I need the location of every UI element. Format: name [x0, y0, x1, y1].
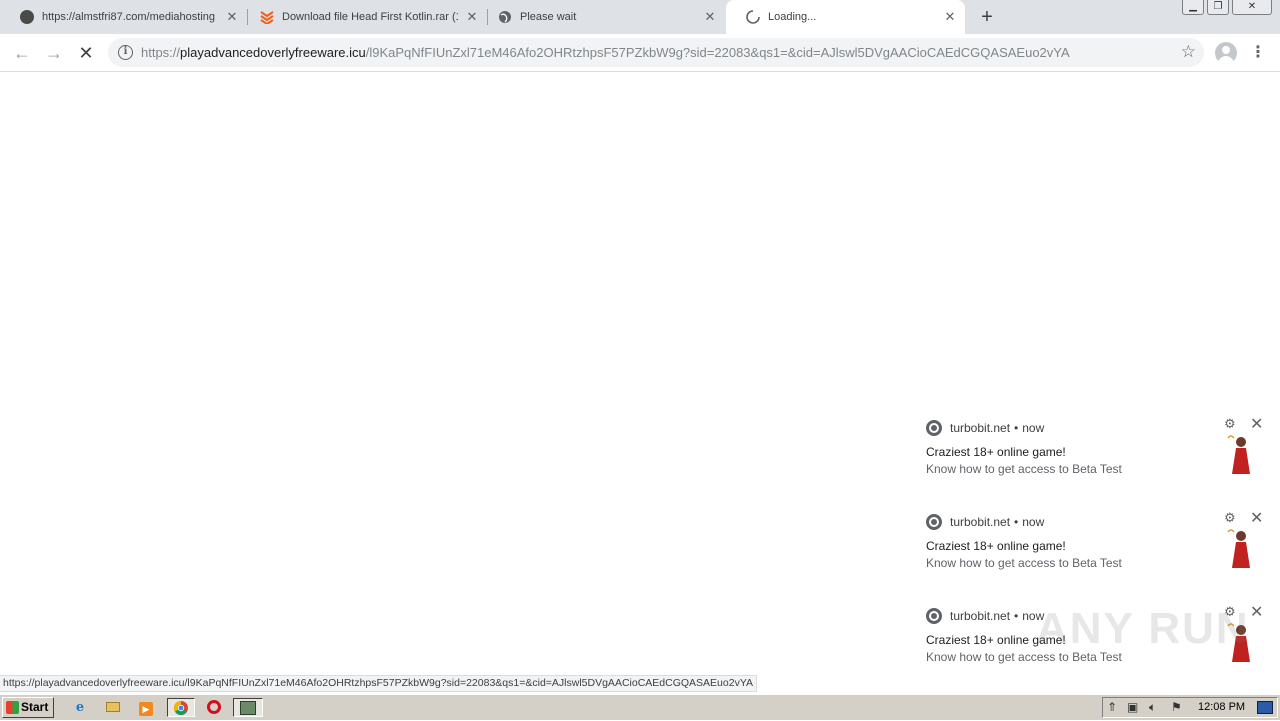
notification-2[interactable]: turbobit.net • now ⚙ ✕ Craziest 18+ onli…	[916, 510, 1272, 602]
network-icon[interactable]: ▣	[1127, 698, 1138, 717]
address-host: playadvancedoverlyfreeware.icu	[180, 45, 366, 60]
chrome-icon	[926, 420, 942, 436]
notification-header: turbobit.net • now	[926, 514, 1044, 530]
spinner-icon	[746, 10, 760, 24]
tab-strip: https://almstfri87.com/mediahosting ✕ Do…	[0, 0, 1280, 34]
start-label: Start	[21, 700, 49, 714]
notification-source: turbobit.net	[950, 609, 1011, 623]
tab-close-icon[interactable]: ✕	[703, 10, 717, 24]
notification-thumbnail	[1227, 529, 1250, 568]
tab-title: https://almstfri87.com/mediahosting	[42, 11, 216, 23]
status-bubble-url: https://playadvancedoverlyfreeware.icu/l…	[0, 675, 758, 692]
tray-arrow-icon[interactable]: ⇑	[1107, 698, 1117, 717]
minimize-button[interactable]: ▁	[1182, 0, 1204, 15]
taskbar-clock[interactable]: 12:08 PM	[1198, 698, 1245, 717]
show-desktop-icon[interactable]	[1257, 701, 1273, 714]
notification-header: turbobit.net • now	[926, 420, 1044, 436]
address-bar[interactable]: i https://playadvancedoverlyfreeware.icu…	[108, 38, 1204, 67]
chrome-logo-icon	[174, 701, 188, 715]
stop-button[interactable]: ✕	[74, 41, 98, 65]
internet-explorer-icon[interactable]: e	[70, 698, 90, 717]
tab-3[interactable]: Please wait ✕	[478, 0, 725, 34]
tab-title: Please wait	[520, 11, 577, 23]
forward-button[interactable]: →	[42, 41, 66, 65]
notification-header: turbobit.net • now	[926, 608, 1044, 624]
tab-title: Download file Head First Kotlin.rar (1	[282, 11, 458, 23]
back-button[interactable]: ←	[10, 41, 34, 65]
bookmark-star-icon[interactable]: ☆	[1181, 42, 1196, 62]
windows-logo-icon	[6, 701, 19, 714]
notification-close-icon[interactable]: ✕	[1250, 508, 1263, 528]
turbobit-icon	[260, 11, 274, 24]
start-button[interactable]: Start	[2, 697, 54, 718]
notification-settings-icon[interactable]: ⚙	[1224, 416, 1236, 432]
notification-body: Know how to get access to Beta Test	[926, 556, 1122, 570]
notification-body: Know how to get access to Beta Test	[926, 462, 1122, 476]
notification-thumbnail	[1227, 435, 1250, 474]
new-tab-button[interactable]: +	[976, 6, 998, 28]
browser-toolbar: ← → ✕ i https://playadvancedoverlyfreewa…	[0, 34, 1280, 72]
notification-source: turbobit.net	[950, 515, 1011, 529]
profile-avatar[interactable]	[1215, 42, 1237, 64]
notification-close-icon[interactable]: ✕	[1250, 414, 1263, 434]
notification-time: now	[1022, 515, 1045, 529]
notification-title: Craziest 18+ online game!	[926, 539, 1066, 553]
tab-close-icon[interactable]: ✕	[943, 10, 957, 24]
address-path: /l9KaPqNfFIUnZxl71eM46Afo2OHRtzhpsF57PZk…	[365, 45, 1070, 60]
tab-2[interactable]: Download file Head First Kotlin.rar (1 ✕	[240, 0, 487, 34]
notification-title: Craziest 18+ online game!	[926, 445, 1066, 459]
windows-taskbar: Start e ▶ ⇑ ▣ 🔈︎ ⚑ 12:08 PM	[0, 694, 1280, 720]
address-url[interactable]: https://playadvancedoverlyfreeware.icu/l…	[141, 45, 1070, 60]
tab-1[interactable]: https://almstfri87.com/mediahosting ✕	[0, 0, 247, 34]
tab-close-icon[interactable]: ✕	[465, 10, 479, 24]
chrome-icon	[926, 514, 942, 530]
notification-time: now	[1022, 421, 1045, 435]
chrome-taskbar-icon[interactable]	[167, 698, 195, 717]
tab-title: Loading...	[768, 11, 817, 23]
opera-icon[interactable]	[204, 698, 224, 717]
file-explorer-icon[interactable]	[103, 698, 123, 717]
site-info-icon[interactable]: i	[118, 45, 133, 60]
close-window-button[interactable]: ✕	[1232, 0, 1272, 15]
action-center-flag-icon[interactable]: ⚑	[1171, 698, 1182, 717]
system-tray: ⇑ ▣ 🔈︎ ⚑ 12:08 PM	[1102, 697, 1278, 718]
chrome-icon	[926, 608, 942, 624]
watermark: ANY RUN	[1036, 604, 1250, 653]
tab-4-active[interactable]: Loading... ✕	[726, 0, 965, 34]
chrome-menu-icon[interactable]: ⋮	[1250, 42, 1266, 64]
app-taskbar-icon[interactable]	[233, 698, 263, 717]
notification-settings-icon[interactable]: ⚙	[1224, 510, 1236, 526]
tab-close-icon[interactable]: ✕	[225, 10, 239, 24]
restore-button[interactable]: ❐	[1207, 0, 1229, 15]
volume-icon[interactable]: 🔈︎	[1149, 698, 1156, 717]
notification-source: turbobit.net	[950, 421, 1011, 435]
notification-close-icon[interactable]: ✕	[1250, 602, 1263, 622]
window-controls: ▁ ❐ ✕	[1182, 0, 1272, 15]
globe-icon	[499, 11, 511, 23]
notification-1[interactable]: turbobit.net • now ⚙ ✕ Craziest 18+ onli…	[916, 416, 1272, 508]
media-player-icon[interactable]: ▶	[136, 698, 156, 717]
globe-dark-icon	[20, 10, 34, 24]
